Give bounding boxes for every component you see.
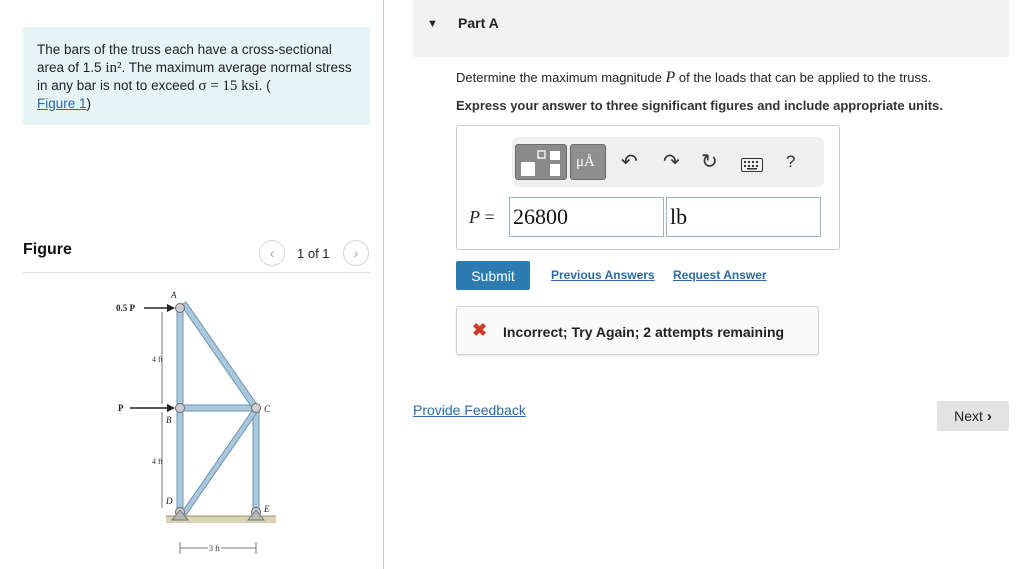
problem-text-4: ) — [86, 96, 92, 111]
problem-statement: The bars of the truss each have a cross-… — [23, 27, 370, 125]
area-value: in² — [105, 60, 122, 76]
answer-unit-input[interactable]: lb — [666, 197, 821, 237]
instruction-text: Express your answer to three significant… — [456, 98, 943, 113]
x-icon: ✖ — [472, 320, 488, 340]
chevron-right-icon[interactable]: › — [343, 240, 369, 266]
column-divider — [383, 0, 384, 569]
previous-answers-link[interactable]: Previous Answers — [551, 268, 655, 282]
question-text: Determine the maximum magnitude P of the… — [456, 69, 932, 86]
feedback-box: ✖ Incorrect; Try Again; 2 attempts remai… — [456, 306, 819, 355]
answer-label: P = — [469, 207, 495, 227]
templates-icon[interactable] — [515, 144, 567, 180]
load-label-top: 0.5 P — [116, 303, 136, 313]
request-answer-link[interactable]: Request Answer — [673, 268, 767, 282]
figure-title: Figure — [23, 241, 72, 258]
feedback-message: Incorrect; Try Again; 2 attempts remaini… — [503, 324, 785, 340]
submit-button[interactable]: Submit — [456, 261, 530, 290]
part-header[interactable]: ▼ Part A — [413, 0, 1009, 57]
node-label-e: E — [263, 504, 270, 514]
problem-text-3: . ( — [258, 78, 271, 93]
units-icon[interactable]: μÅ — [570, 144, 606, 180]
answer-panel: μÅ ↶ ↷ ↻ ? P = 26800 lb — [456, 125, 840, 250]
figure-next-button[interactable]: › — [343, 240, 369, 266]
figure-page-indicator: 1 of 1 — [297, 245, 330, 261]
dim-label-lower: 4 ft — [152, 457, 164, 466]
math-toolbar: μÅ ↶ ↷ ↻ ? — [512, 137, 824, 187]
figure-divider — [23, 272, 370, 273]
keyboard-icon[interactable] — [741, 154, 763, 178]
stress-value: σ = 15 ksi — [198, 78, 259, 94]
reset-icon[interactable]: ↻ — [701, 150, 718, 174]
dim-label-upper: 4 ft — [152, 355, 164, 364]
node-label-b: B — [166, 415, 172, 425]
node-label-a: A — [170, 290, 177, 300]
question-variable: P — [665, 69, 676, 86]
part-title: Part A — [458, 15, 499, 31]
node-label-c: C — [264, 404, 271, 414]
next-label: Next — [954, 408, 983, 424]
caret-down-icon[interactable]: ▼ — [427, 18, 438, 30]
help-icon[interactable]: ? — [786, 150, 795, 174]
next-button[interactable]: Next › — [937, 401, 1009, 431]
figure-prev-button[interactable]: ‹ — [259, 240, 285, 266]
node-label-d: D — [165, 496, 173, 506]
dim-label-width: 3 ft — [209, 544, 221, 553]
chevron-right-icon: › — [986, 407, 992, 425]
provide-feedback-link[interactable]: Provide Feedback — [413, 402, 526, 418]
truss-members — [176, 301, 260, 516]
undo-icon[interactable]: ↶ — [621, 150, 638, 174]
load-label-mid: P — [118, 403, 124, 413]
redo-icon[interactable]: ↷ — [663, 150, 680, 174]
chevron-left-icon[interactable]: ‹ — [259, 240, 285, 266]
figure-link[interactable]: Figure 1 — [37, 96, 87, 111]
truss-figure: 0.5 P P A B C D E 4 ft 4 ft 3 ft — [116, 290, 276, 555]
answer-value-input[interactable]: 26800 — [509, 197, 664, 237]
